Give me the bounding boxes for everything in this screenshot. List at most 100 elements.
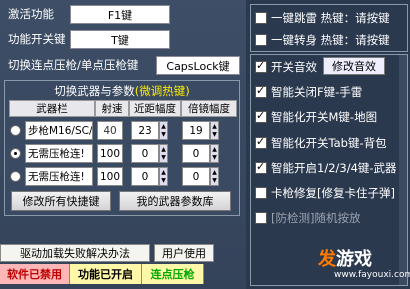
modify-sound-button[interactable]: 修改音效	[323, 57, 385, 75]
speed-field[interactable]: 100	[97, 167, 123, 186]
watermark-url: www.fayouxi.com	[334, 270, 410, 280]
modify-all-hotkeys-button[interactable]: 修改所有快捷键	[11, 191, 111, 211]
scope-stepper[interactable]: 0 ▲ ▼	[182, 144, 219, 163]
smart-option-label: 智能化开关Tab键-背包	[271, 136, 387, 150]
up-arrow-icon[interactable]: ▲	[212, 123, 217, 130]
near-spin-buttons[interactable]: ▲ ▼	[159, 121, 168, 140]
scope-spin-buttons[interactable]: ▲ ▼	[210, 144, 219, 163]
jump-grenade-option[interactable]: 一键跳雷 热键：请按键	[255, 10, 390, 26]
activate-label: 激活功能	[8, 7, 54, 21]
weapon-row: 步枪M16/SC/ 40 23 ▲ ▼ 19 ▲ ▼	[5, 121, 219, 140]
weapon-radio[interactable]	[10, 171, 21, 182]
near-value[interactable]: 23	[131, 121, 159, 140]
up-arrow-icon[interactable]: ▲	[212, 169, 217, 176]
smart-option[interactable]: 智能开启1/2/3/4键-武器	[255, 160, 397, 176]
function-status: 功能已开启	[70, 264, 142, 284]
watermark-char: 发	[318, 249, 336, 270]
switch-hotkey-field[interactable]: CapsLock键	[156, 56, 240, 75]
smart-option[interactable]: 智能化开关Tab键-背包	[255, 135, 387, 151]
weapon-radio[interactable]	[10, 125, 21, 136]
user-guide-button[interactable]: 用户使用	[154, 244, 214, 262]
sound-checkbox[interactable]	[255, 59, 267, 73]
near-stepper[interactable]: 0 ▲ ▼	[131, 144, 168, 163]
near-spin-buttons[interactable]: ▲ ▼	[159, 144, 168, 163]
up-arrow-icon[interactable]: ▲	[161, 169, 166, 176]
header-weapon: 武器栏	[9, 100, 95, 117]
weapon-library-button[interactable]: 我的武器参数库	[119, 191, 231, 211]
scope-spin-buttons[interactable]: ▲ ▼	[210, 121, 219, 140]
speed-field[interactable]: 40	[97, 121, 123, 140]
quick-action-group: 一键跳雷 热键：请按键 一键转身 热键：请按键	[250, 4, 408, 52]
scope-spin-buttons[interactable]: ▲ ▼	[210, 167, 219, 186]
smart-option-label: 智能开启1/2/3/4键-武器	[271, 161, 397, 175]
smart-option-checkbox[interactable]	[255, 187, 267, 199]
smart-option[interactable]: 卡枪修复[修复卡住子弹]	[255, 185, 395, 201]
header-scope: 倍镜幅度	[181, 100, 237, 117]
toggle-hotkey-field[interactable]: T键	[70, 30, 170, 49]
near-stepper[interactable]: 23 ▲ ▼	[131, 121, 168, 140]
up-arrow-icon[interactable]: ▲	[161, 123, 166, 130]
jump-grenade-checkbox[interactable]	[255, 12, 267, 24]
smart-option[interactable]: 智能关闭F键-手雷	[255, 84, 362, 100]
smart-option-checkbox[interactable]	[255, 212, 267, 224]
smart-option-checkbox[interactable]	[255, 109, 267, 123]
up-arrow-icon[interactable]: ▲	[212, 146, 217, 153]
scope-value[interactable]: 19	[182, 121, 210, 140]
site-watermark: 发游戏 www.fayouxi.com	[286, 245, 410, 285]
weapon-row: 无需压枪连! 100 0 ▲ ▼ 0 ▲ ▼	[5, 167, 219, 186]
software-status: 软件已禁用	[0, 264, 70, 284]
options-panel: 一键跳雷 热键：请按键 一键转身 热键：请按键 开关音效 修改音效 智能关闭F键…	[246, 0, 410, 289]
down-arrow-icon[interactable]: ▼	[212, 131, 217, 138]
weapon-radio-selected[interactable]	[10, 148, 21, 159]
turn-around-option[interactable]: 一键转身 热键：请按键	[255, 32, 390, 48]
main-panel: 激活功能 F1键 功能开关键 T键 切换连点压枪/单点压枪键 CapsLock键…	[0, 0, 246, 289]
smart-option[interactable]: 智能化开关M键-地图	[255, 109, 377, 125]
weapon-name-field[interactable]: 步枪M16/SC/	[25, 121, 93, 140]
down-arrow-icon[interactable]: ▼	[161, 131, 166, 138]
scope-stepper[interactable]: 19 ▲ ▼	[182, 121, 219, 140]
smart-option-checkbox[interactable]	[255, 160, 267, 174]
turn-around-checkbox[interactable]	[255, 34, 267, 46]
near-value[interactable]: 0	[131, 144, 159, 163]
driver-help-button[interactable]: 驱动加载失败解决办法	[0, 244, 150, 262]
down-arrow-icon[interactable]: ▼	[161, 154, 166, 161]
params-header: 武器栏 射速 近距幅度 倍镜幅度	[9, 100, 237, 117]
activate-hotkey-field[interactable]: F1键	[70, 5, 170, 24]
smart-option-checkbox[interactable]	[255, 135, 267, 149]
switch-label: 切换连点压枪/单点压枪键	[8, 58, 139, 72]
header-near: 近距幅度	[129, 100, 181, 117]
params-title: 切换武器与参数(微调热键)	[5, 83, 239, 99]
sound-option[interactable]: 开关音效	[255, 59, 317, 75]
smart-option-disabled[interactable]: [防检测]随机按放	[255, 210, 360, 226]
activate-row: 激活功能	[8, 6, 54, 22]
status-bar: 软件已禁用 功能已开启 连点压枪	[0, 264, 246, 284]
weapon-name-field[interactable]: 无需压枪连!	[25, 144, 93, 163]
smart-option-label: 智能关闭F键-手雷	[271, 85, 363, 99]
down-arrow-icon[interactable]: ▼	[161, 177, 166, 184]
down-arrow-icon[interactable]: ▼	[212, 177, 217, 184]
bottom-buttons: 驱动加载失败解决办法 用户使用	[0, 244, 214, 262]
near-stepper[interactable]: 0 ▲ ▼	[131, 167, 168, 186]
weapon-row: 无需压枪连! 100 0 ▲ ▼ 0 ▲ ▼	[5, 144, 219, 163]
smart-option-checkbox[interactable]	[255, 84, 267, 98]
toggle-row: 功能开关键	[8, 31, 66, 47]
near-spin-buttons[interactable]: ▲ ▼	[159, 167, 168, 186]
sound-label: 开关音效	[271, 60, 317, 74]
near-value[interactable]: 0	[131, 167, 159, 186]
smart-option-label: 智能化开关M键-地图	[271, 110, 378, 124]
speed-field[interactable]: 100	[97, 144, 123, 163]
watermark-title: 发游戏	[318, 245, 372, 271]
scope-value[interactable]: 0	[182, 167, 210, 186]
toggle-label: 功能开关键	[8, 32, 66, 46]
header-speed: 射速	[95, 100, 129, 117]
scope-value[interactable]: 0	[182, 144, 210, 163]
down-arrow-icon[interactable]: ▼	[212, 154, 217, 161]
weapon-name-field[interactable]: 无需压枪连!	[25, 167, 93, 186]
params-hotkey-link[interactable]: (微调热键)	[135, 84, 190, 98]
burst-status: 连点压枪	[142, 264, 204, 284]
jump-grenade-label: 一键跳雷 热键：请按键	[271, 11, 390, 25]
up-arrow-icon[interactable]: ▲	[161, 146, 166, 153]
smart-option-label: 卡枪修复[修复卡住子弹]	[271, 186, 395, 200]
scope-stepper[interactable]: 0 ▲ ▼	[182, 167, 219, 186]
params-title-text: 切换武器与参数	[54, 84, 135, 98]
